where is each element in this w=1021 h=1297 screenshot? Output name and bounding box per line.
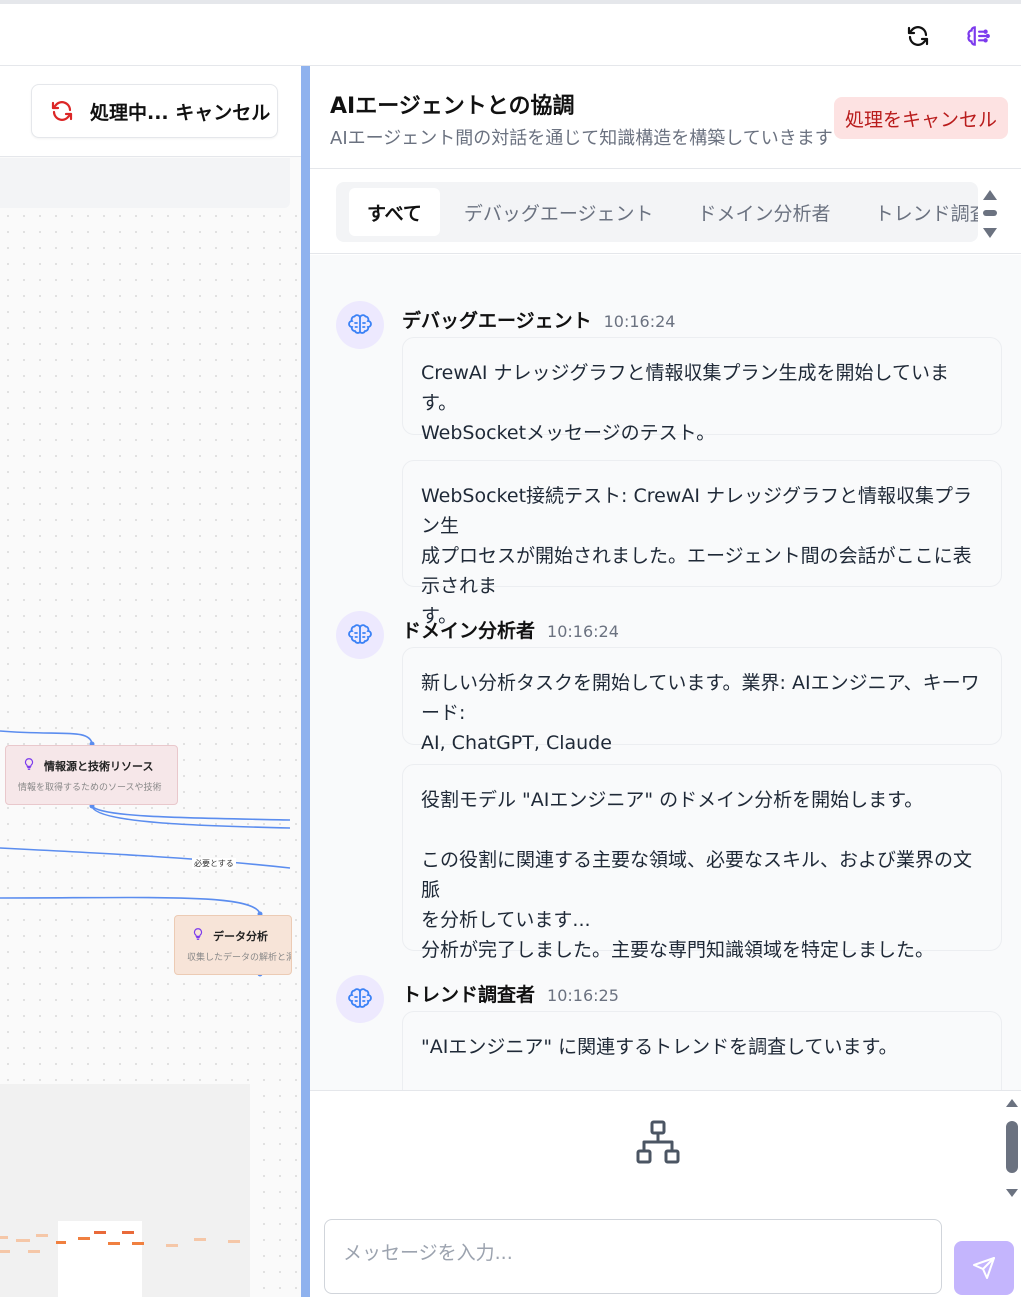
agent-avatar — [336, 611, 384, 659]
node-title: データ分析 — [213, 930, 268, 943]
send-button[interactable] — [954, 1241, 1014, 1295]
graph-header: 処理中... キャンセル — [0, 66, 301, 157]
agent-avatar — [336, 301, 384, 349]
graph-panel: 処理中... キャンセル 情報源と技術リソース 情報を取得するためのソースや技術… — [0, 66, 301, 1297]
sender-name: トレンド調査者 — [402, 984, 536, 1006]
message-input[interactable] — [324, 1219, 942, 1294]
graph-node[interactable]: データ分析 収集したデータの解析と洞察の — [174, 915, 292, 975]
brain-icon — [348, 314, 372, 334]
message-list[interactable]: デバッグエージェント 10:16:24 CrewAI ナレッジグラフと情報収集プラ… — [310, 255, 1021, 1090]
node-description: 収集したデータの解析と洞察の — [187, 953, 291, 963]
edge — [91, 805, 291, 829]
minimap-node — [78, 1237, 90, 1240]
chat-subtitle: AIエージェント間の対話を通じて知識構造を構築していきます — [330, 128, 833, 149]
message-sender: ドメイン分析者 10:16:24 — [402, 616, 619, 643]
panel-resizer[interactable] — [301, 66, 310, 1297]
scroll-thumb — [1006, 1121, 1018, 1173]
agent-tabs: すべて デバッグエージェント ドメイン分析者 トレンド調査者 — [336, 182, 978, 242]
message-time: 10:16:24 — [603, 312, 676, 331]
chat-panel: AIエージェントとの協調 AIエージェント間の対話を通じて知識構造を構築していき… — [310, 66, 1021, 1297]
graph-canvas[interactable]: 情報源と技術リソース 情報を取得するためのソースや技術 必要とする データ分析 … — [0, 208, 301, 1297]
vertical-scrollbar[interactable] — [1003, 1095, 1021, 1203]
minimap-node — [166, 1244, 178, 1247]
tab-trend-researcher[interactable]: トレンド調査者 — [855, 188, 978, 236]
minimap-node — [36, 1234, 48, 1237]
message-time: 10:16:24 — [547, 622, 619, 641]
minimap-node — [122, 1231, 134, 1234]
sender-name: デバッグエージェント — [402, 310, 592, 332]
lightbulb-icon — [193, 928, 203, 940]
brain-icon — [348, 624, 372, 644]
edge-label: 必要とする — [192, 858, 236, 869]
cancel-processing-button[interactable]: 処理をキャンセル — [834, 97, 1008, 139]
edge — [0, 847, 291, 869]
spinner-icon — [51, 101, 73, 121]
tab-all[interactable]: すべて — [349, 188, 440, 236]
message-bubble: CrewAI ナレッジグラフと情報収集プラン生成を開始しています。 WebSoc… — [402, 337, 1002, 444]
top-bar — [0, 0, 1021, 66]
scroll-thumb — [983, 210, 997, 216]
tabs-scroll-control[interactable] — [980, 186, 1000, 242]
sender-name: ドメイン分析者 — [402, 620, 536, 642]
minimap[interactable] — [0, 1084, 250, 1297]
minimap-node — [16, 1239, 30, 1242]
tab-domain-analyst[interactable]: ドメイン分析者 — [678, 188, 851, 236]
scroll-down-arrow-icon — [983, 228, 997, 238]
minimap-node — [194, 1238, 206, 1241]
scroll-down-arrow-icon — [1006, 1189, 1018, 1197]
refresh-icon[interactable] — [904, 22, 932, 50]
message-sender: トレンド調査者 10:16:25 — [402, 980, 619, 1007]
message-sender: デバッグエージェント 10:16:24 — [402, 306, 675, 333]
minimap-node — [56, 1241, 66, 1244]
chat-title: AIエージェントとの協調 — [330, 94, 575, 119]
minimap-node — [108, 1242, 120, 1245]
message-bubble: "AIエンジニア" に関連するトレンドを調査しています。 — [402, 1011, 1002, 1090]
minimap-node — [0, 1236, 8, 1239]
tab-debug-agent[interactable]: デバッグエージェント — [444, 188, 674, 236]
diagram-area — [310, 1090, 1021, 1206]
minimap-node — [94, 1231, 106, 1234]
scroll-up-arrow-icon — [983, 190, 997, 200]
edge — [0, 730, 93, 745]
scroll-up-arrow-icon — [1006, 1099, 1018, 1107]
brain-icon[interactable] — [964, 22, 992, 50]
graph-toolbar — [0, 158, 290, 208]
agent-avatar — [336, 975, 384, 1023]
send-icon — [973, 1257, 995, 1279]
processing-cancel-label: 処理中... キャンセル — [90, 101, 271, 124]
chat-header: AIエージェントとの協調 AIエージェント間の対話を通じて知識構造を構築していき… — [310, 66, 1021, 169]
edge — [0, 896, 261, 915]
brain-icon — [348, 988, 372, 1008]
minimap-node — [132, 1242, 144, 1245]
sitemap-icon[interactable] — [635, 1119, 681, 1165]
agent-tabs-bar: すべて デバッグエージェント ドメイン分析者 トレンド調査者 — [310, 170, 1021, 254]
message-bubble: 役割モデル "AIエンジニア" のドメイン分析を開始します。 この役割に関連する… — [402, 764, 1002, 961]
message-input-row — [310, 1206, 1021, 1297]
processing-cancel-button[interactable]: 処理中... キャンセル — [31, 84, 278, 138]
message-time: 10:16:25 — [547, 986, 619, 1005]
message-bubble: 新しい分析タスクを開始しています。業界: AIエンジニア、キーワード: AI, … — [402, 647, 1002, 754]
minimap-node — [228, 1240, 240, 1243]
node-description: 情報を取得するためのソースや技術 — [18, 783, 162, 793]
lightbulb-icon — [24, 758, 34, 770]
node-title: 情報源と技術リソース — [44, 760, 154, 773]
minimap-node — [28, 1250, 40, 1253]
message-bubble: WebSocket接続テスト: CrewAI ナレッジグラフと情報収集プラン生 … — [402, 460, 1002, 627]
graph-node[interactable]: 情報源と技術リソース 情報を取得するためのソースや技術 — [5, 745, 178, 805]
minimap-node — [0, 1250, 10, 1253]
